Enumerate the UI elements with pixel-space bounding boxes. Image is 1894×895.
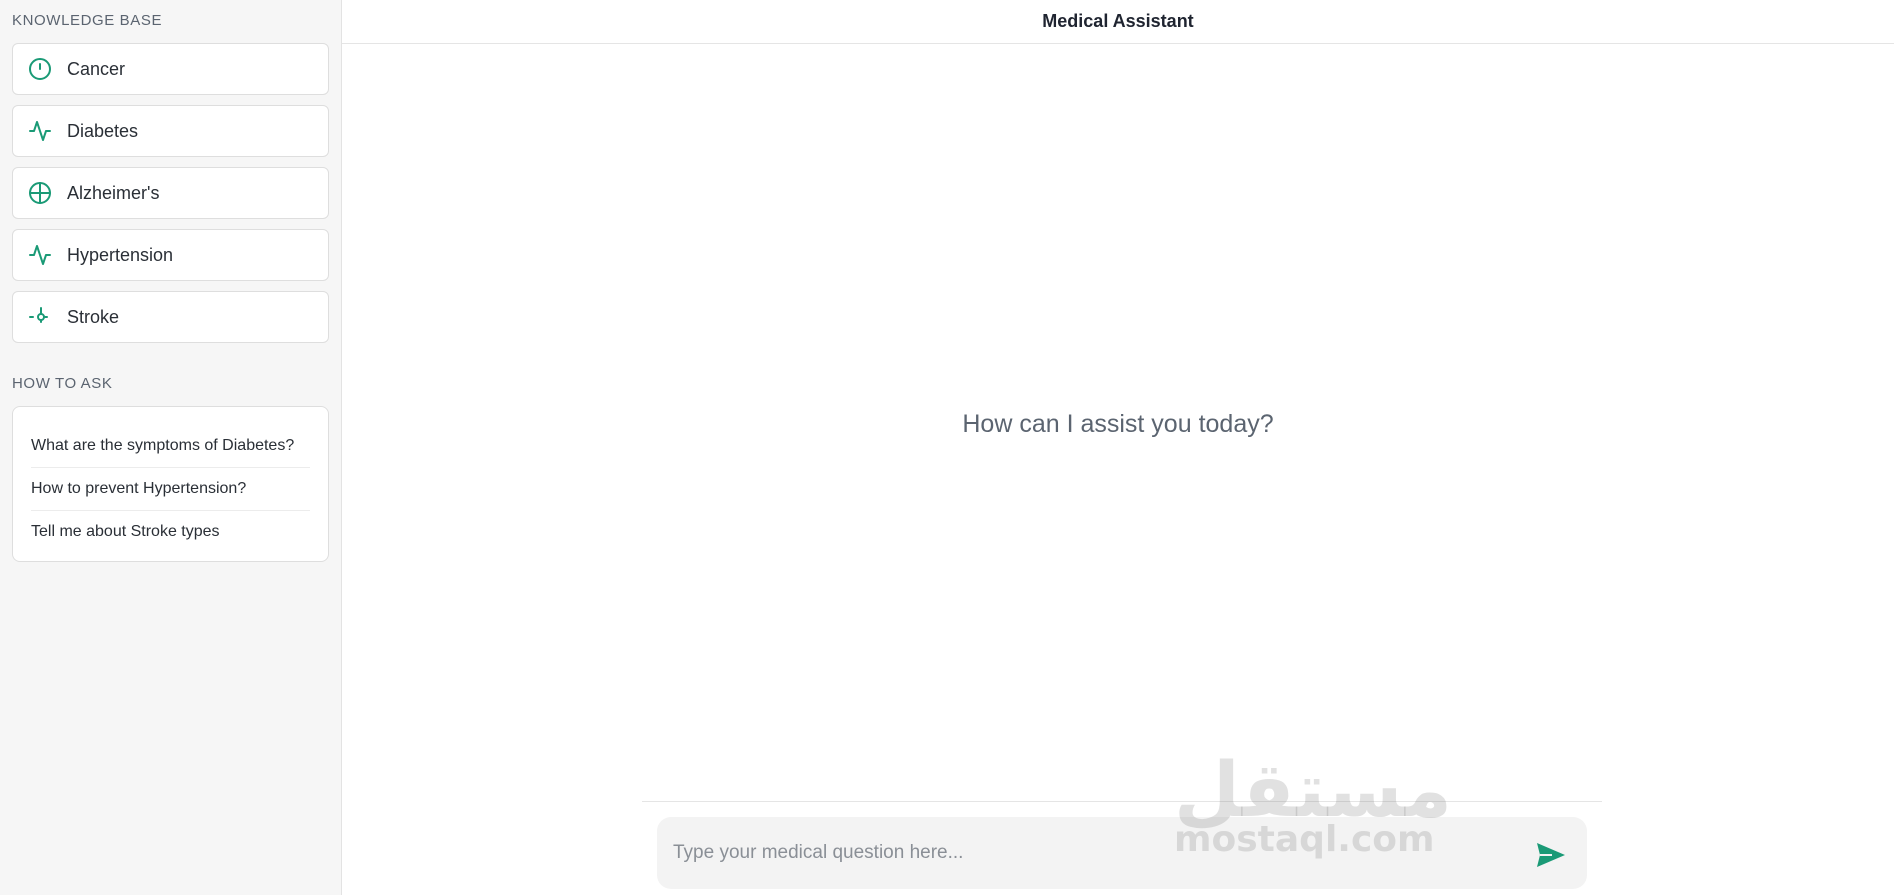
example-question[interactable]: How to prevent Hypertension? (31, 468, 310, 511)
sidebar: KNOWLEDGE BASE Cancer Diabetes Alzheimer… (0, 0, 342, 895)
knowledge-base-title: KNOWLEDGE BASE (12, 12, 163, 29)
message-composer (657, 817, 1587, 889)
kb-item-diabetes[interactable]: Diabetes (12, 105, 329, 157)
how-to-ask-title: HOW TO ASK (12, 375, 113, 392)
welcome-message: How can I assist you today? (962, 410, 1274, 438)
kb-item-label: Cancer (67, 58, 126, 79)
composer-divider (642, 801, 1602, 802)
page-title: Medical Assistant (1042, 11, 1194, 31)
kb-item-cancer[interactable]: Cancer (12, 43, 329, 95)
kb-item-label: Diabetes (67, 120, 139, 141)
kb-item-alzheimers[interactable]: Alzheimer's (12, 167, 329, 219)
kb-item-label: Hypertension (67, 244, 174, 265)
activity-icon (27, 119, 52, 144)
alert-circle-icon (27, 57, 52, 82)
app-root: KNOWLEDGE BASE Cancer Diabetes Alzheimer… (0, 0, 1894, 895)
how-to-ask-card: What are the symptoms of Diabetes? How t… (12, 406, 329, 562)
globe-crosshair-icon (27, 181, 52, 206)
chat-main: Medical Assistant How can I assist you t… (342, 0, 1894, 895)
knowledge-base-list: Cancer Diabetes Alzheimer's Hypertension… (12, 43, 329, 343)
kb-item-label: Alzheimer's (67, 182, 160, 203)
send-button[interactable] (1531, 837, 1571, 877)
activity-icon (27, 243, 52, 268)
example-question[interactable]: Tell me about Stroke types (31, 511, 310, 553)
kb-item-label: Stroke (67, 306, 120, 327)
message-input[interactable] (673, 842, 1531, 864)
kb-item-stroke[interactable]: Stroke (12, 291, 329, 343)
example-question[interactable]: What are the symptoms of Diabetes? (31, 425, 310, 468)
chat-header: Medical Assistant (342, 0, 1894, 44)
kb-item-hypertension[interactable]: Hypertension (12, 229, 329, 281)
send-icon (1536, 842, 1566, 873)
git-commit-icon (27, 305, 52, 330)
